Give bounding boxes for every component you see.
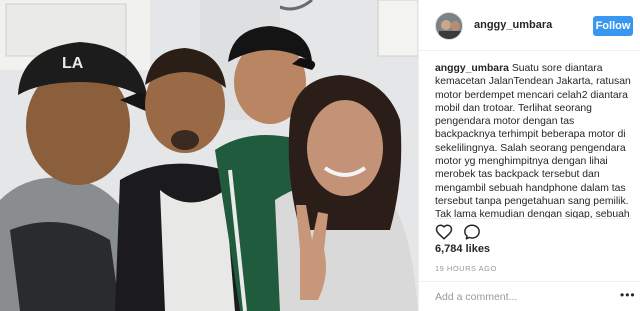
more-options-icon[interactable]: ••• (620, 289, 636, 301)
avatar[interactable] (435, 12, 463, 40)
caption-username[interactable]: anggy_umbara (435, 63, 509, 74)
add-comment-input[interactable] (435, 288, 615, 306)
follow-button[interactable]: Follow (593, 16, 633, 36)
post-caption: anggy_umbara Suatu sore diantara kemacet… (435, 62, 637, 244)
post-timestamp[interactable]: 19 HOURS AGO (435, 264, 497, 273)
likes-count[interactable]: 6,784 likes (435, 243, 490, 255)
comment-bubble-icon[interactable] (463, 223, 481, 241)
post-photo[interactable]: LA (0, 0, 418, 311)
heart-icon[interactable] (435, 223, 453, 241)
action-bar (433, 218, 633, 242)
svg-text:LA: LA (62, 55, 84, 72)
caption-text: Suatu sore diantara kemacetan JalanTende… (435, 63, 631, 221)
group-selfie-image: LA (0, 0, 418, 311)
header-username[interactable]: anggy_umbara (474, 19, 552, 31)
post-header: anggy_umbara Follow (419, 0, 640, 51)
post-sidebar: anggy_umbara Follow anggy_umbara Suatu s… (418, 0, 640, 311)
add-comment-row: ••• (419, 281, 640, 311)
